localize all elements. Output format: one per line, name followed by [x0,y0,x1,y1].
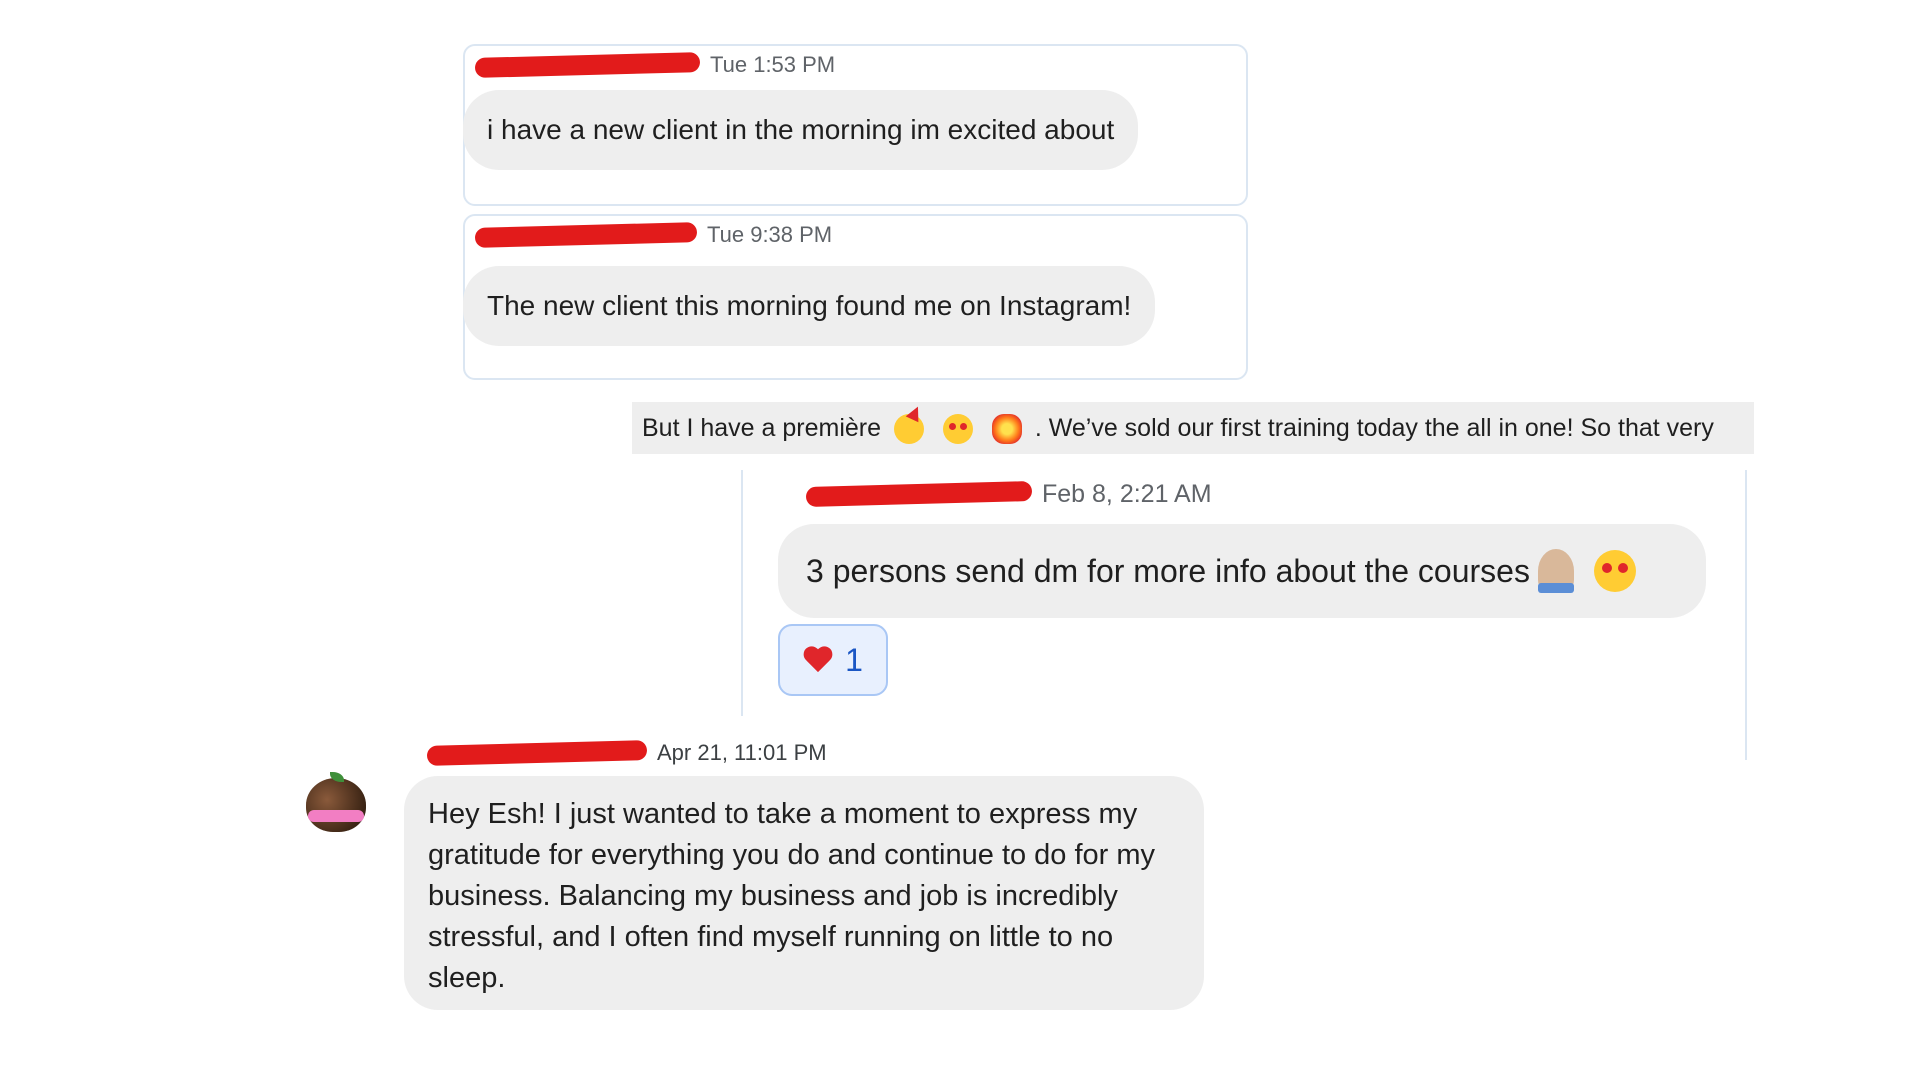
panel-divider-right [1745,470,1747,760]
message-card: Tue 1:53 PM i have a new client in the m… [463,44,1248,206]
message-text: Hey Esh! I just wanted to take a moment … [428,798,1156,994]
redacted-sender-name [474,52,701,78]
message-text-start: But I have a première [642,414,882,442]
star-struck-emoji-icon [942,414,973,445]
message-bubble[interactable]: i have a new client in the morning im ex… [463,90,1139,170]
message-card: Tue 9:38 PM The new client this morning … [463,214,1248,380]
sender-row: Tue 1:53 PM [474,50,836,80]
peach-logo-icon [306,778,366,832]
partying-face-emoji-icon [893,414,924,445]
panel-divider-left [741,470,743,716]
message-timestamp: Apr 21, 11:01 PM [657,740,827,765]
avatar[interactable] [302,770,370,838]
star-struck-emoji-icon [1593,550,1636,592]
message-text: 3 persons send dm for more info about th… [806,552,1530,589]
sender-row: Apr 21, 11:01 PM [426,738,827,768]
heart-reaction-chip[interactable]: 1 [778,624,888,696]
sender-row: Feb 8, 2:21 AM [805,479,1212,509]
sender-row: Tue 9:38 PM [474,220,833,250]
folded-hands-emoji-icon [1537,549,1574,593]
collision-emoji-icon [991,414,1022,445]
cropped-message-strip: But I have a première . We’ve sold our f… [632,402,1754,454]
message-timestamp: Feb 8, 2:21 AM [1042,479,1212,508]
logo-ribbon [308,810,364,822]
message-timestamp: Tue 9:38 PM [707,222,833,247]
message-timestamp: Tue 1:53 PM [710,52,836,77]
redacted-sender-name [474,222,698,248]
message-text-end: . We’ve sold our first training today th… [1034,414,1714,442]
message-text: The new client this morning found me on … [487,290,1132,321]
red-heart-icon [803,647,833,674]
message-text: i have a new client in the morning im ex… [487,114,1115,145]
reaction-count: 1 [845,641,863,678]
message-bubble[interactable]: Hey Esh! I just wanted to take a moment … [404,776,1204,1010]
redacted-sender-name [805,481,1033,507]
message-bubble[interactable]: 3 persons send dm for more info about th… [778,524,1706,618]
message-bubble[interactable]: The new client this morning found me on … [463,266,1156,346]
redacted-sender-name [426,740,648,766]
